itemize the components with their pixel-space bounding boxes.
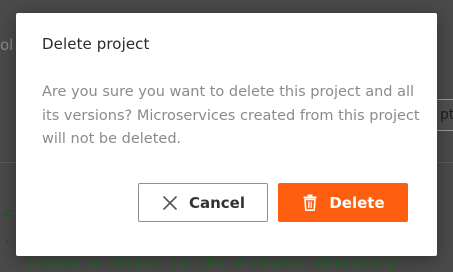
dialog-title: Delete project — [42, 35, 150, 53]
background-button-label: pt — [440, 107, 453, 123]
cancel-button-label: Cancel — [188, 193, 245, 212]
cancel-button[interactable]: Cancel — [138, 183, 268, 222]
background-code-line: Create a folder in the Pictures director… — [26, 254, 406, 272]
background-text-fragment: ol — [0, 36, 14, 54]
close-icon — [161, 194, 179, 212]
trash-icon — [301, 194, 319, 212]
delete-button-label: Delete — [329, 193, 385, 212]
delete-button[interactable]: Delete — [278, 183, 408, 222]
background-code-line: . — [3, 229, 13, 247]
dialog-message: Are you sure you want to delete this pro… — [42, 84, 420, 147]
background-code-line: < — [3, 204, 13, 222]
delete-project-dialog: Delete project Are you sure you want to … — [16, 13, 437, 256]
